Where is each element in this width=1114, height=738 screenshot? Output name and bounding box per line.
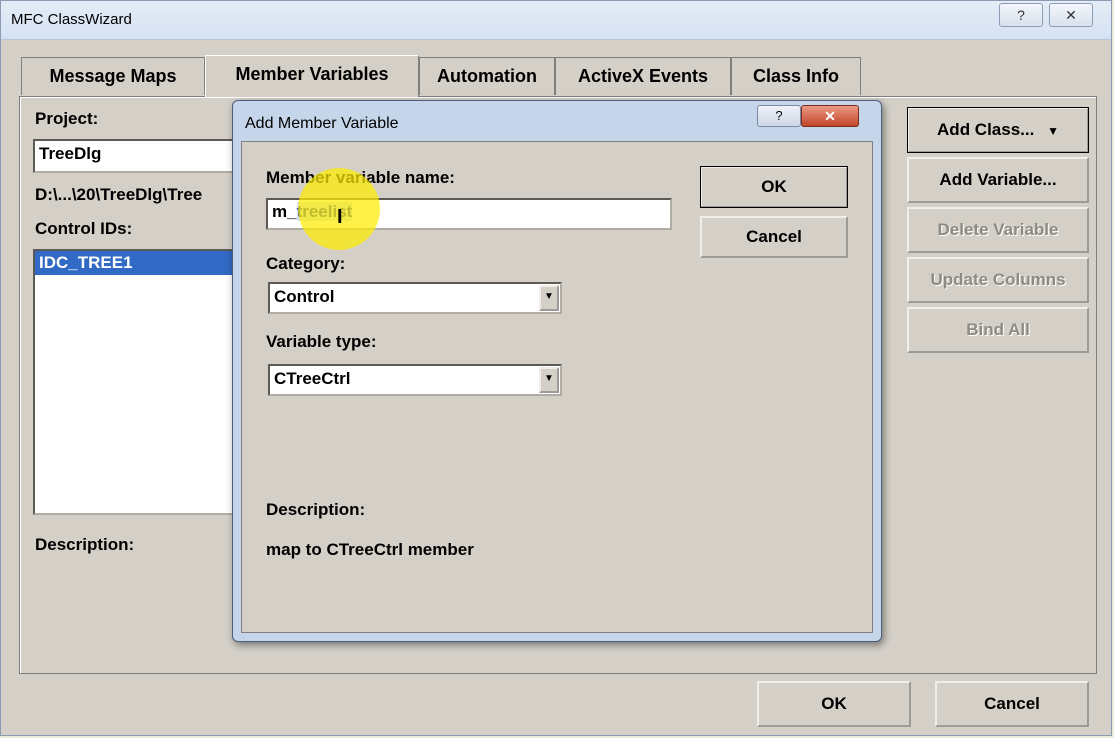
path-text: D:\...\20\TreeDlg\Tree (35, 185, 203, 204)
ok-button[interactable]: OK (757, 681, 911, 727)
list-item[interactable]: IDC_TREE1 (35, 251, 251, 275)
variable-type-value: CTreeCtrl (274, 369, 351, 388)
tab-automation[interactable]: Automation (419, 57, 555, 95)
project-label: Project: (35, 109, 99, 128)
tab-class-info[interactable]: Class Info (731, 57, 861, 95)
bind-all-button[interactable]: Bind All (907, 307, 1089, 353)
help-icon[interactable]: ? (999, 3, 1043, 27)
add-class-label: Add Class... (937, 120, 1035, 139)
text-cursor-icon: I (337, 206, 343, 228)
category-select[interactable]: Control ▼ (268, 282, 562, 314)
category-value: Control (274, 287, 335, 306)
dialog-title: Add Member Variable (245, 115, 399, 132)
cancel-button[interactable]: Cancel (935, 681, 1089, 727)
tab-activex-events[interactable]: ActiveX Events (555, 57, 731, 95)
name-prefix: m_ (272, 202, 297, 221)
delete-variable-button[interactable]: Delete Variable (907, 207, 1089, 253)
update-columns-button[interactable]: Update Columns (907, 257, 1089, 303)
variable-type-label: Variable type: (266, 332, 377, 351)
tab-strip: Message Maps Member Variables Automation… (1, 55, 901, 97)
tab-member-variables[interactable]: Member Variables (205, 55, 419, 97)
category-label: Category: (266, 254, 346, 273)
dialog-ok-button[interactable]: OK (700, 166, 848, 208)
description-label: Description: (35, 535, 135, 554)
control-ids-list[interactable]: IDC_TREE1 (33, 249, 253, 515)
tab-message-maps[interactable]: Message Maps (21, 57, 205, 95)
chevron-down-icon: ▼ (1047, 124, 1059, 138)
add-class-button[interactable]: Add Class... ▼ (907, 107, 1089, 153)
control-ids-label: Control IDs: (35, 219, 133, 238)
title-bar[interactable]: MFC ClassWizard ? ✕ (1, 1, 1111, 40)
close-icon[interactable]: ✕ (1049, 3, 1093, 27)
close-icon[interactable]: ✕ (801, 105, 859, 127)
dropdown-arrow-icon[interactable]: ▼ (539, 285, 559, 311)
window-title: MFC ClassWizard (11, 11, 132, 28)
variable-type-select[interactable]: CTreeCtrl ▼ (268, 364, 562, 396)
dialog-description-text: map to CTreeCtrl member (266, 540, 474, 559)
add-variable-button[interactable]: Add Variable... (907, 157, 1089, 203)
project-combo[interactable]: TreeDlg (33, 139, 253, 173)
help-icon[interactable]: ? (757, 105, 801, 127)
dropdown-arrow-icon[interactable]: ▼ (539, 367, 559, 393)
dialog-description-label: Description: (266, 500, 366, 519)
dialog-cancel-button[interactable]: Cancel (700, 216, 848, 258)
